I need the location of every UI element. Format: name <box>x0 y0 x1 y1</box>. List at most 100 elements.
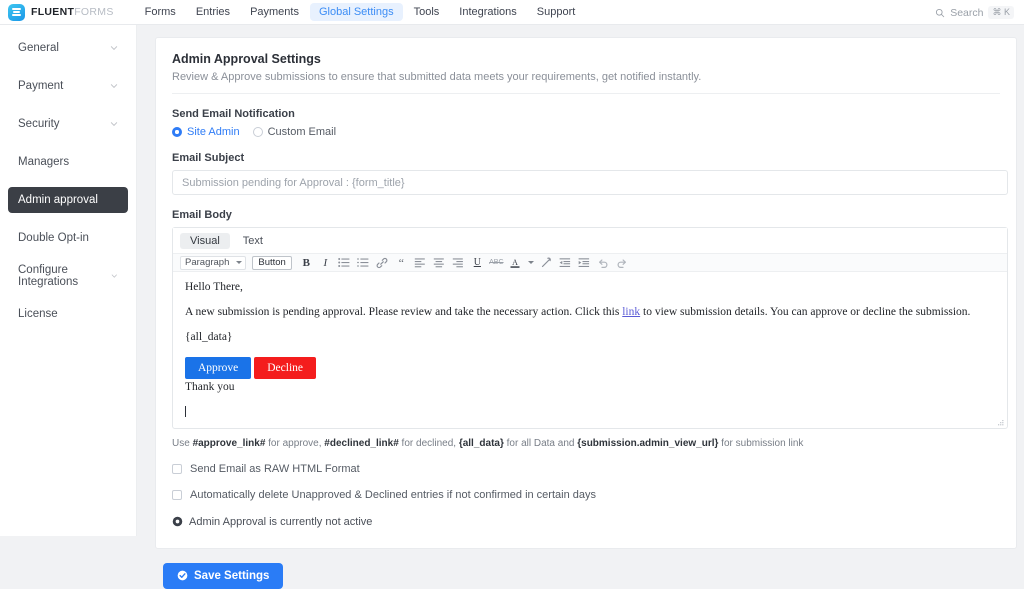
page-subtitle: Review & Approve submissions to ensure t… <box>172 71 702 83</box>
search-label: Search <box>950 6 984 19</box>
link-icon[interactable] <box>375 255 390 270</box>
body-shortcode: {all_data} <box>185 331 233 344</box>
sidebar-item-managers[interactable]: Managers <box>8 149 128 175</box>
hint-part5: for submission link <box>718 437 804 449</box>
email-body-content[interactable]: Hello There, A new submission is pending… <box>173 272 1007 421</box>
redo-icon[interactable] <box>615 255 630 270</box>
checkbox-label: Send Email as RAW HTML Format <box>190 462 360 475</box>
resize-grip-icon[interactable] <box>997 419 1004 427</box>
checkbox-icon <box>172 463 182 474</box>
nav-item-forms[interactable]: Forms <box>136 3 185 21</box>
undo-icon[interactable] <box>596 255 611 270</box>
body-paragraph-pre: A new submission is pending approval. Pl… <box>185 306 623 319</box>
italic-icon[interactable]: I <box>318 255 333 270</box>
body-greeting: Hello There, <box>185 281 243 293</box>
align-left-icon[interactable] <box>413 255 428 270</box>
email-body-label: Email Body <box>172 209 232 221</box>
radio-label: Site Admin <box>187 126 240 138</box>
chevron-down-icon <box>236 261 243 264</box>
insert-button-button[interactable]: Button <box>252 255 292 270</box>
sidebar-item-admin-approval[interactable]: Admin approval <box>8 187 128 213</box>
text-color-icon[interactable]: A <box>508 255 523 270</box>
status-circle-icon <box>172 517 183 527</box>
hint-part2: for approve, <box>265 437 325 449</box>
sidebar-item-general[interactable]: General <box>8 35 128 61</box>
hint-part1: Use <box>172 437 193 449</box>
decline-button[interactable]: Decline <box>254 356 317 379</box>
admin-approval-settings-card: Admin Approval Settings Review & Approve… <box>155 37 1017 549</box>
email-action-buttons: Approve Decline <box>185 356 995 379</box>
tab-text[interactable]: Text <box>233 233 273 249</box>
top-navigation-bar: FLUENTFORMS Forms Entries Payments Globa… <box>0 0 1024 25</box>
sidebar-item-security[interactable]: Security <box>8 111 128 137</box>
sidebar-item-label: Double Opt-in <box>18 232 89 244</box>
numbered-list-icon[interactable] <box>356 255 371 270</box>
nav-item-global-settings[interactable]: Global Settings <box>309 3 403 21</box>
bold-icon[interactable]: B <box>299 255 314 270</box>
email-body-editor: Visual Text Paragraph Button B I “ U ABC… <box>172 227 1008 429</box>
body-paragraph-post: to view submission details. You can appr… <box>640 306 971 319</box>
email-subject-input[interactable]: Submission pending for Approval : {form_… <box>172 170 1008 195</box>
chevron-down-icon <box>110 122 118 126</box>
sidebar-item-label: Managers <box>18 156 70 168</box>
sidebar-item-double-opt-in[interactable]: Double Opt-in <box>8 225 128 251</box>
sidebar-item-label: Payment <box>18 80 64 92</box>
hint-part3: for declined, <box>398 437 459 449</box>
sidebar-item-configure-integrations[interactable]: Configure Integrations <box>8 263 128 289</box>
send-email-notification-label: Send Email Notification <box>172 108 295 120</box>
outdent-icon[interactable] <box>558 255 573 270</box>
sidebar-item-label: License <box>18 308 58 320</box>
nav-item-entries[interactable]: Entries <box>187 3 239 21</box>
sidebar-item-label: Security <box>18 118 60 130</box>
strikethrough-icon[interactable]: ABC <box>489 255 504 270</box>
page-title: Admin Approval Settings <box>172 52 321 66</box>
editor-toolbar: Paragraph Button B I “ U ABC A <box>173 253 1007 272</box>
radio-dot-icon <box>172 127 182 137</box>
save-settings-button[interactable]: Save Settings <box>163 562 284 589</box>
sidebar-item-label: General <box>18 42 59 54</box>
brand-logo[interactable]: FLUENTFORMS <box>8 3 114 21</box>
clear-formatting-icon[interactable] <box>539 255 554 270</box>
editor-footer <box>173 419 1007 428</box>
body-link[interactable]: link <box>622 306 640 318</box>
sidebar-item-license[interactable]: License <box>8 301 128 327</box>
fluent-forms-logo-icon <box>8 3 25 21</box>
blockquote-icon[interactable]: “ <box>394 255 409 270</box>
chevron-down-icon <box>110 46 118 50</box>
footer-actions: Save Settings <box>155 549 1018 589</box>
approve-button[interactable]: Approve <box>185 356 252 379</box>
indent-icon[interactable] <box>577 255 592 270</box>
underline-icon[interactable]: U <box>470 255 485 270</box>
align-center-icon[interactable] <box>432 255 447 270</box>
main-content: Admin Approval Settings Review & Approve… <box>137 25 1024 589</box>
nav-item-support[interactable]: Support <box>528 3 585 21</box>
nav-item-tools[interactable]: Tools <box>405 3 449 21</box>
bulleted-list-icon[interactable] <box>337 255 352 270</box>
section-divider <box>172 93 1000 94</box>
nav-item-integrations[interactable]: Integrations <box>450 3 525 21</box>
body-closing: Thank you <box>185 380 235 393</box>
radio-custom-email[interactable]: Custom Email <box>252 126 336 138</box>
checkbox-raw-html[interactable]: Send Email as RAW HTML Format <box>172 463 1000 475</box>
save-settings-label: Save Settings <box>194 569 270 582</box>
sidebar-item-payment[interactable]: Payment <box>8 73 128 99</box>
checkbox-auto-delete[interactable]: Automatically delete Unapproved & Declin… <box>172 489 1000 501</box>
text-cursor <box>185 405 186 417</box>
align-right-icon[interactable] <box>451 255 466 270</box>
page-shell: General Payment Security Managers Admin … <box>0 25 1024 589</box>
search-shortcut-badge: ⌘ K <box>988 6 1014 19</box>
format-select[interactable]: Paragraph <box>180 255 247 270</box>
hint-code1: #approve_link# <box>192 437 266 449</box>
search-icon <box>936 8 945 17</box>
search-control[interactable]: Search ⌘ K <box>935 0 1014 25</box>
notification-radio-group: Site Admin Custom Email <box>172 126 1000 138</box>
tab-visual[interactable]: Visual <box>180 233 230 249</box>
body-paragraph: A new submission is pending approval. Pl… <box>185 306 995 319</box>
radio-site-admin[interactable]: Site Admin <box>172 126 240 138</box>
primary-nav: Forms Entries Payments Global Settings T… <box>136 3 585 21</box>
check-circle-icon <box>177 571 188 581</box>
chevron-down-icon[interactable] <box>527 255 535 270</box>
hint-code3: {all_data} <box>458 437 504 449</box>
settings-sidebar: General Payment Security Managers Admin … <box>0 25 137 536</box>
nav-item-payments[interactable]: Payments <box>241 3 308 21</box>
